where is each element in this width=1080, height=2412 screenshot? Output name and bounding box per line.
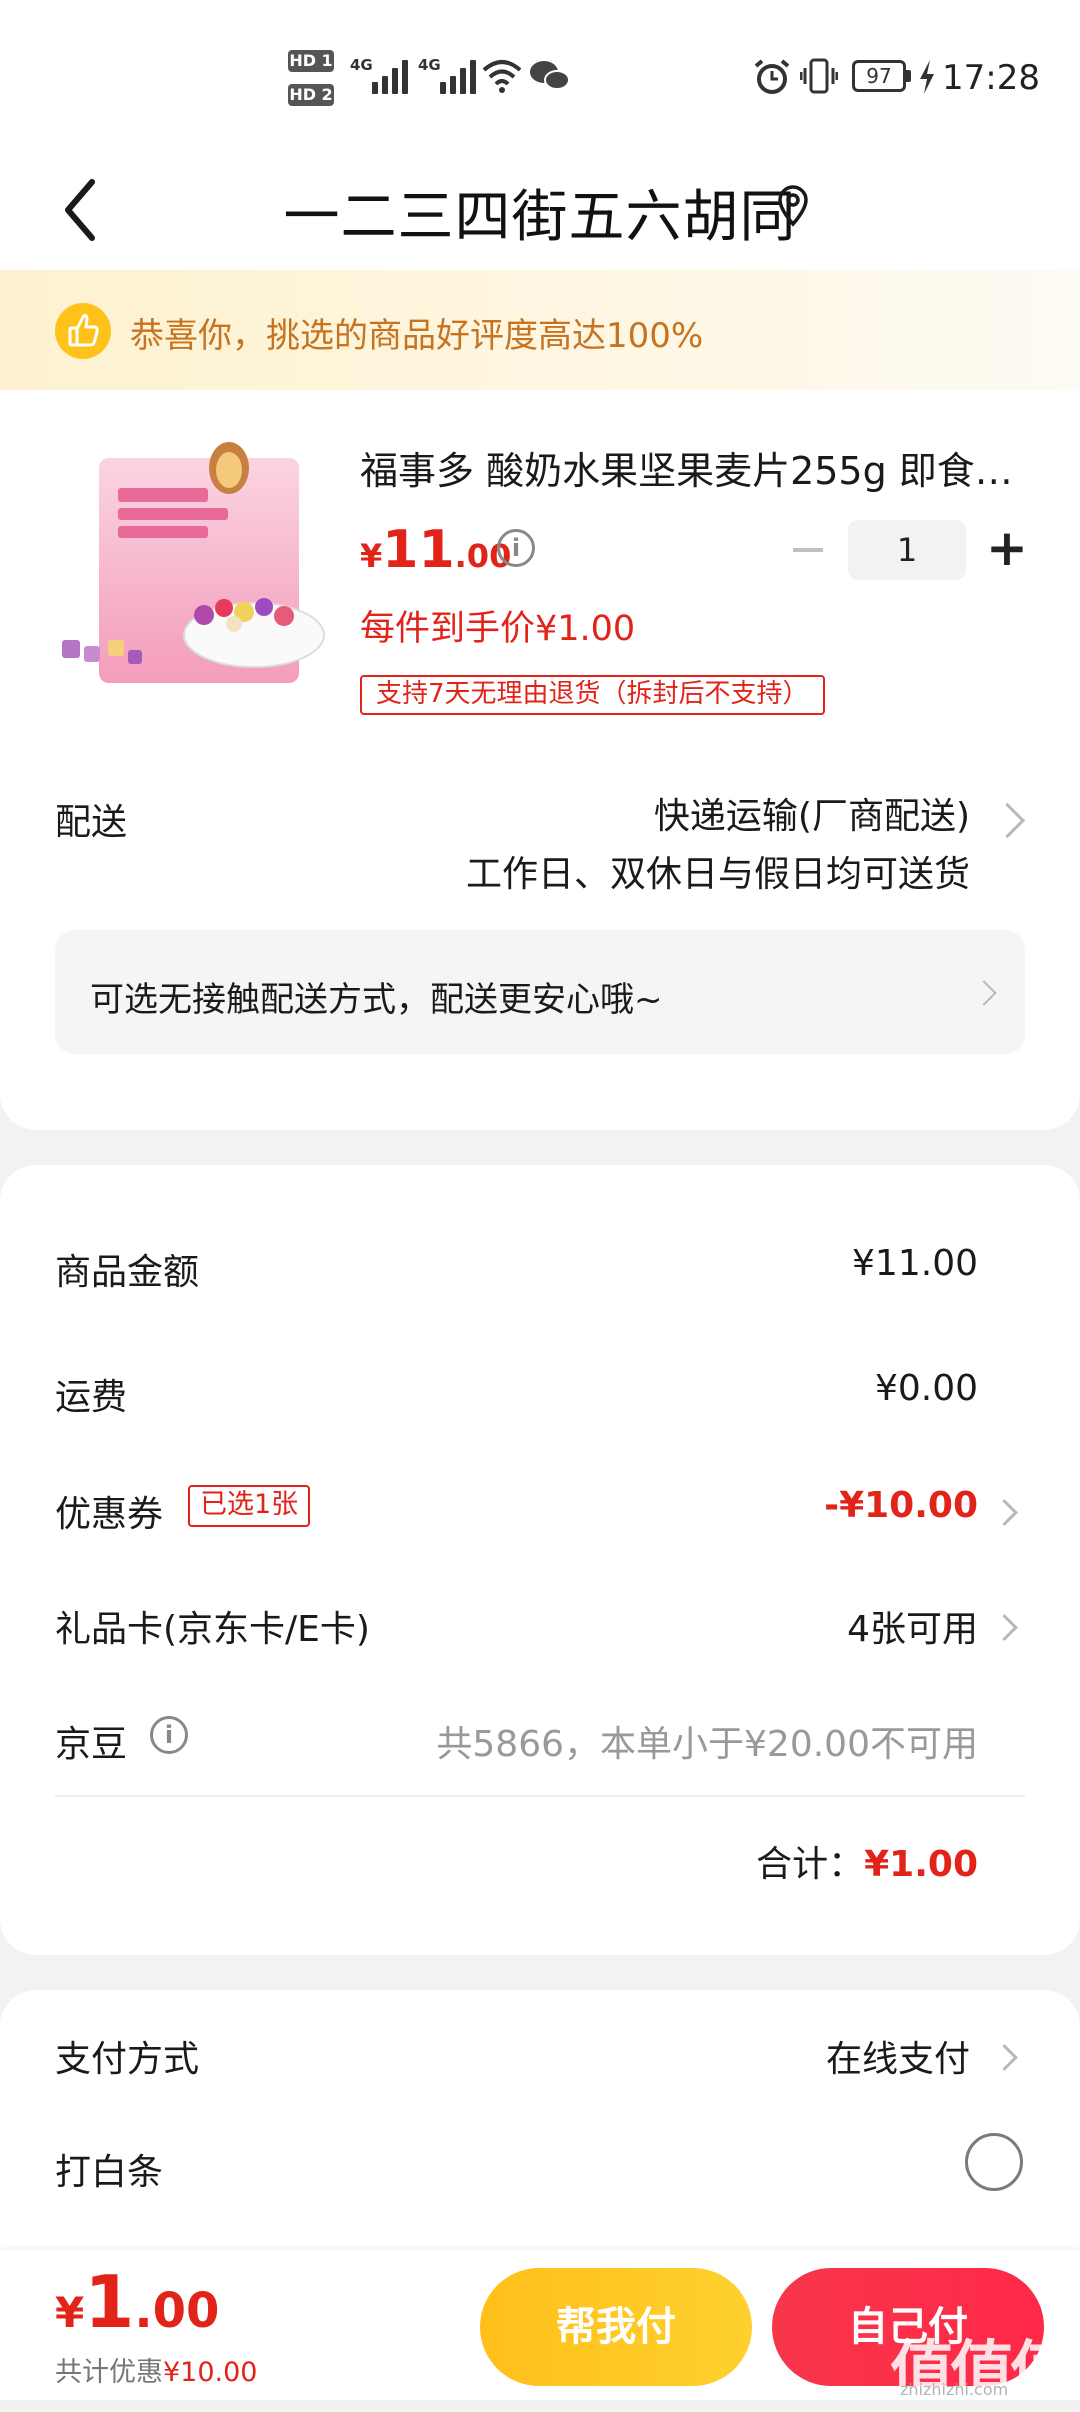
product-delivery-card: 福事多 酸奶水果坚果麦片255g 即食… ¥11.00 i − 1 + 每件到手… xyxy=(0,390,1080,1130)
shipping-value: ¥0.00 xyxy=(874,1368,978,1409)
coupon-selected-tag: 已选1张 xyxy=(188,1485,311,1527)
baitiao-label: 打白条 xyxy=(55,2152,164,2193)
notice-text: 恭喜你，挑选的商品好评度高达100% xyxy=(130,316,704,356)
battery-icon: 97 xyxy=(852,60,906,92)
delivery-method: 快递运输(厂商配送) xyxy=(653,796,970,837)
goods-amount-value: ¥11.00 xyxy=(852,1243,978,1284)
signal-icon xyxy=(372,58,408,94)
return-policy-tag: 支持7天无理由退货（拆封后不支持） xyxy=(360,675,825,715)
final-price-decimal: .00 xyxy=(134,2283,220,2339)
price-info-icon[interactable]: i xyxy=(497,529,535,567)
charging-icon xyxy=(920,60,934,94)
chevron-right-icon[interactable] xyxy=(991,1499,1018,1526)
signal-icon xyxy=(440,58,476,94)
price-currency: ¥ xyxy=(360,537,383,575)
chevron-right-icon[interactable] xyxy=(991,1614,1018,1641)
total-savings: 共计优惠¥10.00 xyxy=(55,2350,257,2389)
watermark-url: zhizhizhi.com xyxy=(900,2380,1009,2399)
quantity-increase-button[interactable]: + xyxy=(985,518,1029,578)
contactless-text: 可选无接触配送方式，配送更安心哦~ xyxy=(90,980,663,1020)
battery-level: 97 xyxy=(866,64,892,88)
order-summary-card: 商品金额 ¥11.00 运费 ¥0.00 优惠券 已选1张 -¥10.00 礼品… xyxy=(0,1165,1080,1955)
coupon-value[interactable]: -¥10.00 xyxy=(824,1485,978,1526)
network-type-2: 4G xyxy=(418,56,441,74)
location-pin-icon[interactable] xyxy=(776,184,810,228)
product-price: ¥11.00 xyxy=(360,520,511,580)
product-name[interactable]: 福事多 酸奶水果坚果麦片255g 即食… xyxy=(360,440,1020,495)
unit-price-text: 每件到手价¥1.00 xyxy=(360,609,636,649)
wechat-icon xyxy=(530,61,570,90)
chevron-right-icon[interactable] xyxy=(989,802,1026,839)
quantity-input[interactable]: 1 xyxy=(848,520,966,580)
jd-beans-value: 共5866，本单小于¥20.00不可用 xyxy=(436,1724,978,1765)
product-image[interactable] xyxy=(54,440,329,695)
chevron-right-icon[interactable] xyxy=(991,2044,1018,2071)
subtotal: 合计：¥1.00 xyxy=(756,1835,978,1887)
delivery-option[interactable]: 快递运输(厂商配送) 工作日、双休日与假日均可送货 xyxy=(420,788,970,904)
battery-tip xyxy=(906,70,911,82)
subtotal-value: ¥1.00 xyxy=(864,1844,978,1885)
payment-method-value[interactable]: 在线支付 xyxy=(826,2030,970,2082)
contactless-delivery-option[interactable]: 可选无接触配送方式，配送更安心哦~ xyxy=(55,930,1025,1054)
baitiao-radio-unchecked-icon[interactable] xyxy=(965,2133,1023,2191)
payment-method-label[interactable]: 支付方式 xyxy=(55,2030,199,2082)
jd-beans-label: 京豆 xyxy=(55,1724,128,1765)
praise-notice-banner: 恭喜你，挑选的商品好评度高达100% xyxy=(0,270,1080,390)
header: 一二三四街五六胡同 xyxy=(0,150,1080,270)
hd-badge-2: HD 2 xyxy=(288,84,334,106)
savings-label: 共计优惠 xyxy=(55,2357,163,2388)
final-price-integer: 1 xyxy=(84,2260,135,2344)
gift-card-value[interactable]: 4张可用 xyxy=(847,1600,978,1652)
delivery-label: 配送 xyxy=(55,802,128,843)
help-me-pay-button[interactable]: 帮我付 xyxy=(480,2268,752,2386)
hd-badge-1: HD 1 xyxy=(288,50,334,72)
gift-card-label[interactable]: 礼品卡(京东卡/E卡) xyxy=(55,1600,370,1652)
alarm-icon xyxy=(754,59,790,94)
page-title[interactable]: 一二三四街五六胡同 xyxy=(0,172,1080,253)
final-price: ¥1.00 xyxy=(55,2260,219,2344)
chevron-right-icon xyxy=(971,980,997,1006)
clock: 17:28 xyxy=(942,58,1040,98)
wifi-icon xyxy=(482,60,522,93)
subtotal-label: 合计： xyxy=(756,1844,865,1885)
shipping-label: 运费 xyxy=(55,1377,128,1418)
delivery-schedule: 工作日、双休日与假日均可送货 xyxy=(465,854,970,895)
coupon-label[interactable]: 优惠券 xyxy=(55,1485,163,1537)
quantity-decrease-button[interactable]: − xyxy=(788,525,828,575)
vibrate-icon xyxy=(800,58,838,94)
beans-info-icon[interactable]: i xyxy=(150,1716,188,1754)
divider xyxy=(55,1795,1025,1797)
goods-amount-label: 商品金额 xyxy=(55,1252,200,1293)
status-bar: HD 1 HD 2 4G 4G 97 17:28 xyxy=(0,0,1080,150)
savings-value: ¥10.00 xyxy=(163,2357,258,2388)
thumbs-up-icon xyxy=(55,303,111,359)
network-type-1: 4G xyxy=(350,56,373,74)
price-integer: 11 xyxy=(382,520,455,580)
final-price-currency: ¥ xyxy=(55,2288,85,2337)
